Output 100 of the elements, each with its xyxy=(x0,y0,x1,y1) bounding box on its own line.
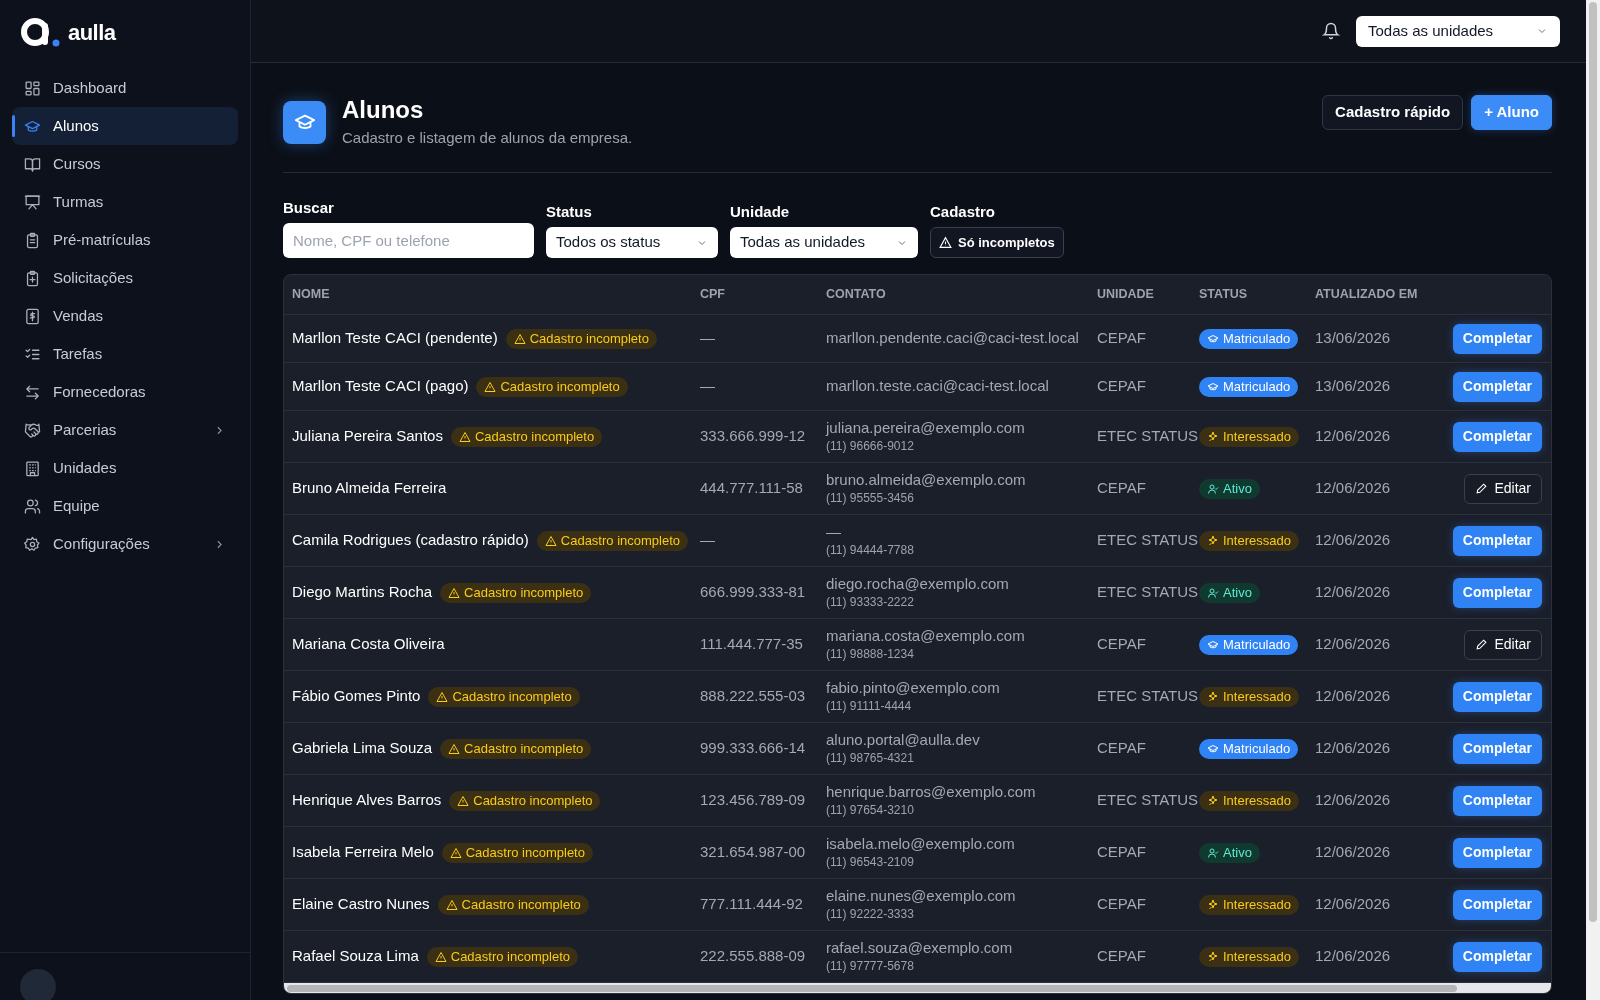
sidebar-item[interactable]: Fornecedoras xyxy=(12,373,238,411)
column-header: NOME xyxy=(292,286,331,304)
complete-button[interactable]: Completar xyxy=(1452,577,1542,608)
contact-email: rafael.souza@exemplo.com xyxy=(826,938,1014,958)
page-title: Alunos xyxy=(342,95,425,125)
table-cell-text: ETEC STATUS xyxy=(1097,790,1199,811)
complete-button[interactable]: Completar xyxy=(1452,681,1542,712)
sidebar-item[interactable]: Dashboard xyxy=(12,69,238,107)
table-cell-text: — xyxy=(700,376,716,397)
status-badge: Matriculado xyxy=(1199,328,1299,349)
table-cell-text: 111.444.777-35 xyxy=(700,634,804,655)
sidebar-item[interactable]: Alunos xyxy=(12,107,238,145)
complete-button[interactable]: Completar xyxy=(1452,785,1542,816)
column-header: ATUALIZADO EM xyxy=(1315,286,1419,304)
incomplete-toggle-button[interactable]: Só incompletos xyxy=(930,227,1064,258)
table-cell-text: 13/06/2026 xyxy=(1315,376,1392,397)
status-badge: Interessado xyxy=(1199,426,1299,447)
avatar[interactable] xyxy=(20,969,56,1000)
sparkle-icon xyxy=(1207,898,1219,911)
student-name: Fábio Gomes Pinto xyxy=(292,686,421,707)
table-cell-text: 333.666.999-12 xyxy=(700,426,807,447)
table-cell-text: CEPAF xyxy=(1097,946,1147,967)
table-cell-text: 12/06/2026 xyxy=(1315,478,1392,499)
complete-button[interactable]: Completar xyxy=(1452,889,1542,920)
complete-button[interactable]: Completar xyxy=(1452,421,1542,452)
bell-icon[interactable] xyxy=(1322,22,1340,40)
edit-button[interactable]: Editar xyxy=(1464,473,1542,504)
complete-button[interactable]: Completar xyxy=(1452,941,1542,972)
sidebar-item[interactable]: Vendas xyxy=(12,297,238,335)
table-cell-text: — xyxy=(700,530,716,551)
student-name: Juliana Pereira Santos xyxy=(292,426,443,447)
student-name: Isabela Ferreira Melo xyxy=(292,842,434,863)
table-cell-text: CEPAF xyxy=(1097,328,1147,349)
table-cell-text: — xyxy=(700,328,716,349)
sidebar-item[interactable]: Solicitações xyxy=(12,259,238,297)
status-select[interactable]: Todos os status xyxy=(546,227,718,258)
sidebar-item[interactable]: Equipe xyxy=(12,487,238,525)
unit-select[interactable]: Todas as unidades xyxy=(1356,15,1560,47)
sidebar-item[interactable]: Configurações xyxy=(12,525,238,563)
warning-icon xyxy=(448,586,461,599)
student-name: Rafael Souza Lima xyxy=(292,946,419,967)
table-cell-text: 13/06/2026 xyxy=(1315,328,1392,349)
table-cell-text: 12/06/2026 xyxy=(1315,738,1392,759)
table-cell-text: ETEC STATUS xyxy=(1097,582,1199,603)
unit-filter-select[interactable]: Todas as unidades xyxy=(730,227,918,258)
table-cell-text: 777.111.444-92 xyxy=(700,894,804,915)
horizontal-scrollbar[interactable] xyxy=(287,985,1457,992)
sidebar-item[interactable]: Parcerias xyxy=(12,411,238,449)
contact-phone: (11) 94444-7788 xyxy=(826,543,915,559)
status-badge: Matriculado xyxy=(1199,376,1299,397)
contact-email: isabela.melo@exemplo.com xyxy=(826,834,1016,854)
sidebar-item[interactable]: Unidades xyxy=(12,449,238,487)
clipboard-plus-icon xyxy=(24,269,41,287)
incomplete-badge: Cadastro incompleto xyxy=(536,530,688,551)
table-cell-text: 12/06/2026 xyxy=(1315,946,1392,967)
sidebar-item[interactable]: Cursos xyxy=(12,145,238,183)
sidebar-item[interactable]: Tarefas xyxy=(12,335,238,373)
sidebar-item[interactable]: Turmas xyxy=(12,183,238,221)
warning-icon xyxy=(449,846,462,859)
gear-icon xyxy=(24,535,41,553)
pencil-icon xyxy=(1475,638,1489,651)
contact-email: marllon.teste.caci@caci-test.local xyxy=(826,377,1050,396)
complete-button[interactable]: Completar xyxy=(1452,323,1542,354)
users-icon xyxy=(24,497,41,515)
edit-button[interactable]: Editar xyxy=(1464,629,1542,660)
complete-button[interactable]: Completar xyxy=(1452,837,1542,868)
table-cell-text: ETEC STATUS xyxy=(1097,426,1199,447)
table-cell-text: 222.555.888-09 xyxy=(700,946,807,967)
contact-phone: (11) 97777-5678 xyxy=(826,959,915,975)
complete-button[interactable]: Completar xyxy=(1452,733,1542,764)
student-name: Gabriela Lima Souza xyxy=(292,738,433,759)
user-check-icon xyxy=(1207,586,1219,599)
cap-icon xyxy=(1207,380,1219,393)
contact-phone: (11) 98888-1234 xyxy=(826,647,915,663)
vertical-scrollbar[interactable] xyxy=(1589,2,1597,922)
quick-register-button[interactable]: Cadastro rápido xyxy=(1322,95,1464,130)
table-cell-text: 888.222.555-03 xyxy=(700,686,807,707)
sparkle-icon xyxy=(1207,690,1219,703)
pencil-icon xyxy=(1475,482,1489,495)
contact-email: — xyxy=(826,522,842,542)
sidebar-item[interactable]: Pré-matrículas xyxy=(12,221,238,259)
page-icon xyxy=(283,100,326,144)
table-cell-text: CEPAF xyxy=(1097,738,1147,759)
cap-icon xyxy=(1207,742,1219,755)
table-cell-text: 12/06/2026 xyxy=(1315,582,1392,603)
cap-icon xyxy=(1207,332,1219,345)
table-cell-text: CEPAF xyxy=(1097,634,1147,655)
contact-phone: (11) 97654-3210 xyxy=(826,803,915,819)
incomplete-badge: Cadastro incompleto xyxy=(450,426,603,447)
complete-button[interactable]: Completar xyxy=(1452,371,1542,402)
incomplete-badge: Cadastro incompleto xyxy=(440,738,592,759)
student-name: Marllon Teste CACI (pendente) xyxy=(292,328,498,349)
search-field[interactable]: Nome, CPF ou telefone xyxy=(283,223,534,258)
table-cell-text: 666.999.333-81 xyxy=(700,582,807,603)
table-cell-text: 123.456.789-09 xyxy=(700,790,807,811)
student-name: Diego Martins Rocha xyxy=(292,582,433,603)
warning-icon xyxy=(448,742,461,755)
table-cell-text: CEPAF xyxy=(1097,478,1147,499)
incomplete-badge: Cadastro incompleto xyxy=(476,376,628,397)
complete-button[interactable]: Completar xyxy=(1452,525,1542,556)
